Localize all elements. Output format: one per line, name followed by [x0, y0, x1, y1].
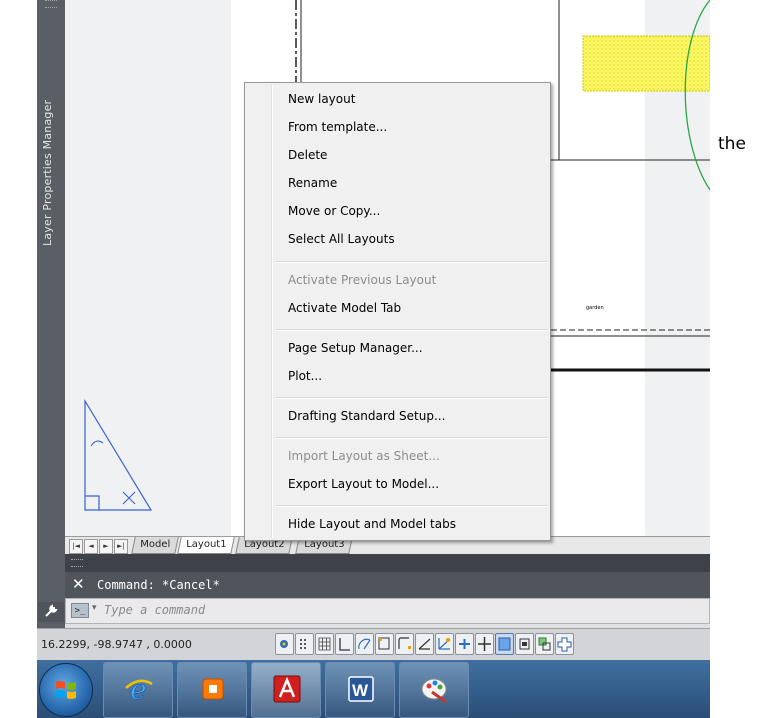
menu-item-export-layout-to-model[interactable]: Export Layout to Model... — [248, 473, 547, 495]
svg-text:W: W — [352, 681, 369, 700]
command-placeholder: Type a command — [104, 603, 206, 617]
ucs-icon — [84, 398, 153, 511]
status-bar: 16.2299, -98.9747 , 0.0000 — [37, 628, 710, 660]
menu-item-from-template[interactable]: From template... — [248, 116, 547, 138]
menu-item-new-layout[interactable]: New layout — [248, 88, 547, 110]
menu-item-import-layout-as-sheet: Import Layout as Sheet... — [288, 449, 440, 463]
taskbar-word[interactable]: W — [325, 662, 395, 718]
taskbar-internet-explorer[interactable]: e — [103, 662, 173, 718]
grid-display-toggle[interactable] — [315, 633, 334, 655]
wrench-icon[interactable] — [44, 604, 58, 618]
command-history: ✕ Command: *Cancel* — [65, 572, 710, 598]
paint-icon — [421, 678, 447, 704]
menu-item-page-setup-manager[interactable]: Page Setup Manager... — [248, 337, 547, 359]
menu-separator — [275, 329, 547, 331]
internet-explorer-icon: e — [125, 674, 153, 704]
media-player-icon — [202, 678, 224, 700]
close-icon[interactable]: ✕ — [72, 576, 85, 592]
menu-separator — [275, 261, 547, 263]
menu-item-activate-previous-layout: Activate Previous Layout — [288, 273, 437, 287]
crosshair-icon[interactable] — [475, 633, 494, 655]
command-history-text: Command: *Cancel* — [97, 578, 220, 592]
tab-layout1[interactable]: Layout1 — [177, 537, 236, 554]
snap-tracking-toggle[interactable] — [395, 633, 414, 655]
drawing-label: garden — [586, 305, 604, 311]
menu-separator — [275, 505, 547, 507]
menu-item-rename[interactable]: Rename — [248, 172, 547, 194]
dynamic-ucs-toggle[interactable] — [415, 633, 434, 655]
command-prompt-icon[interactable]: >_ — [71, 603, 89, 618]
command-grip[interactable] — [71, 559, 83, 567]
menu-item-delete[interactable]: Delete — [248, 144, 547, 166]
first-tab-button[interactable]: |◄ — [69, 539, 83, 554]
layer-properties-palette[interactable]: Layer Properties Manager — [37, 0, 65, 628]
last-tab-button[interactable]: ►| — [114, 539, 128, 554]
ortho-mode-toggle[interactable] — [335, 633, 354, 655]
menu-item-drafting-standard-setup[interactable]: Drafting Standard Setup... — [248, 405, 547, 427]
polar-tracking-toggle[interactable] — [355, 633, 374, 655]
side-text: the — [718, 134, 746, 154]
next-tab-button[interactable]: ► — [99, 539, 113, 554]
infer-constraints-toggle[interactable] — [275, 633, 294, 655]
menu-separator — [275, 397, 547, 399]
autocad-icon — [273, 675, 301, 703]
menu-separator — [275, 437, 547, 439]
taskbar-autocad[interactable] — [251, 662, 321, 718]
transparency-toggle[interactable] — [495, 633, 514, 655]
svg-text:e: e — [130, 674, 147, 704]
menu-item-plot[interactable]: Plot... — [248, 365, 547, 387]
quick-properties-toggle[interactable] — [515, 633, 534, 655]
windows-taskbar: e W — [37, 660, 710, 718]
menu-item-move-or-copy[interactable]: Move or Copy... — [248, 200, 547, 222]
menu-item-hide-layout-and-model-tabs[interactable]: Hide Layout and Model tabs — [248, 513, 547, 535]
command-line-input[interactable]: >_ ▾ Type a command — [38, 598, 710, 624]
prev-tab-button[interactable]: ◄ — [84, 539, 98, 554]
lineweight-toggle[interactable] — [455, 633, 474, 655]
windows-start-button[interactable] — [39, 663, 93, 717]
word-icon: W — [348, 676, 374, 702]
object-snap-toggle[interactable] — [375, 633, 394, 655]
dynamic-input-toggle[interactable] — [435, 633, 454, 655]
snap-mode-toggle[interactable] — [295, 633, 314, 655]
menu-item-select-all-layouts[interactable]: Select All Layouts — [248, 228, 547, 250]
taskbar-paint[interactable] — [399, 662, 469, 718]
windows-start-icon — [56, 681, 76, 699]
layout-tab-context-menu: New layout From template... Delete Renam… — [244, 82, 551, 541]
palette-title: Layer Properties Manager — [41, 99, 54, 246]
tab-model[interactable]: Model — [131, 537, 179, 554]
taskbar-media-player[interactable] — [177, 662, 247, 718]
selection-cycling-toggle[interactable] — [535, 633, 554, 655]
coordinate-readout[interactable]: 16.2299, -98.9747 , 0.0000 — [37, 629, 263, 660]
command-window-header[interactable] — [65, 554, 710, 572]
annotation-monitor-toggle[interactable] — [555, 633, 574, 655]
menu-item-activate-model-tab[interactable]: Activate Model Tab — [248, 297, 547, 319]
chevron-down-icon[interactable]: ▾ — [92, 603, 97, 613]
